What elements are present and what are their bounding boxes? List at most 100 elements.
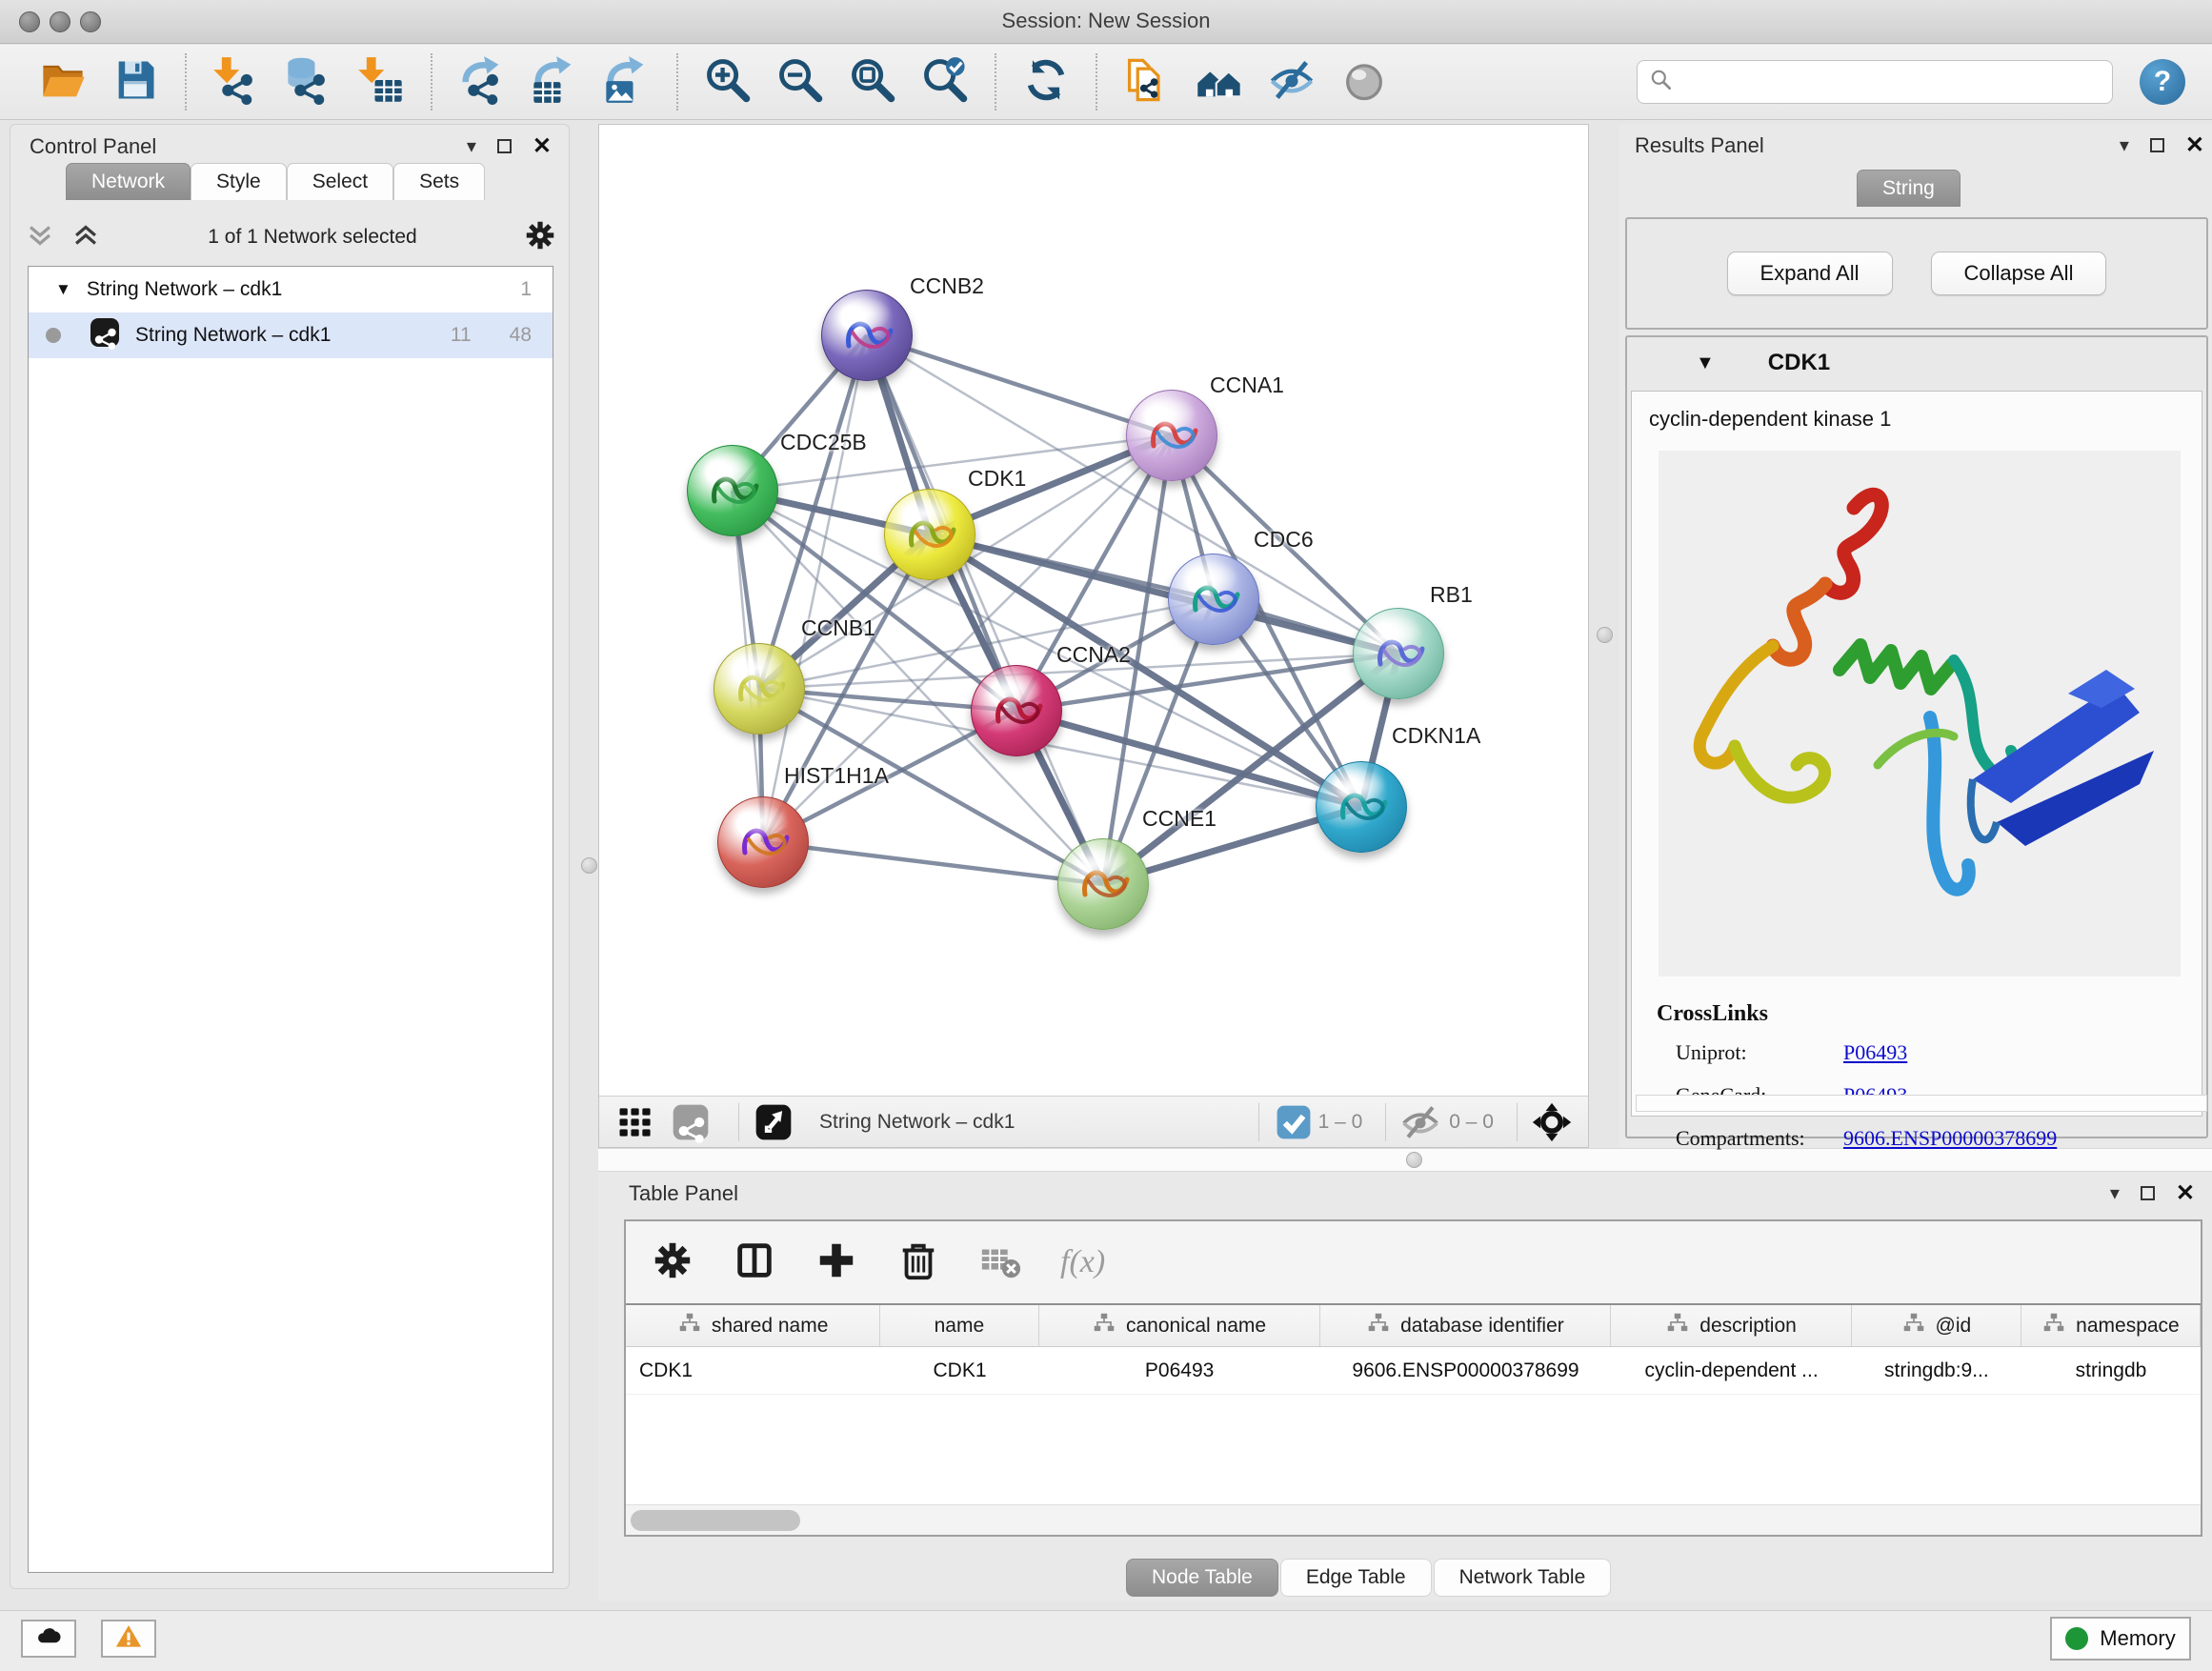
string-query-button[interactable]: [1192, 54, 1247, 110]
expand-all-networks-icon[interactable]: [70, 219, 102, 256]
show-columns-icon[interactable]: [733, 1238, 776, 1287]
network-options-gear-icon[interactable]: [523, 218, 557, 257]
network-node-cdc25b[interactable]: [687, 445, 778, 536]
control-panel-close-icon[interactable]: ✕: [533, 139, 552, 153]
column-header-description[interactable]: description: [1611, 1305, 1851, 1346]
right-splitter-handle[interactable]: [1597, 627, 1613, 643]
cdk1-section-header[interactable]: ▼ CDK1: [1627, 337, 2206, 389]
help-button[interactable]: ?: [2140, 59, 2185, 105]
network-node-rb1[interactable]: [1353, 608, 1444, 699]
window-title: Session: New Session: [0, 9, 2212, 33]
network-node-ccnb2[interactable]: [821, 290, 913, 381]
tab-select[interactable]: Select: [287, 163, 393, 200]
expand-all-button[interactable]: Expand All: [1727, 252, 1893, 295]
column-label: database identifier: [1400, 1315, 1564, 1338]
birdseye-view-icon[interactable]: [753, 1101, 794, 1143]
left-splitter-handle[interactable]: [581, 857, 597, 874]
duplicate-network-button[interactable]: [1119, 54, 1175, 110]
column-header-shared-name[interactable]: shared name: [626, 1305, 880, 1346]
results-panel-collapse-icon[interactable]: ▾: [2120, 133, 2129, 157]
column-header-canonical-name[interactable]: canonical name: [1039, 1305, 1320, 1346]
import-table-from-file-button[interactable]: [353, 54, 409, 110]
network-node-cdc6[interactable]: [1168, 554, 1259, 645]
tab-edge-table[interactable]: Edge Table: [1280, 1559, 1432, 1597]
collapse-all-networks-icon[interactable]: [24, 219, 56, 256]
grid-view-icon[interactable]: [614, 1101, 656, 1143]
network-node-cdkn1a[interactable]: [1316, 761, 1407, 853]
export-table-button[interactable]: [527, 54, 582, 110]
import-network-from-database-button[interactable]: [281, 54, 336, 110]
magnifier-minus-icon: [775, 55, 825, 110]
magnifier-plus-icon: [703, 55, 753, 110]
import-network-file-icon: [211, 55, 261, 110]
control-panel-collapse-icon[interactable]: ▾: [467, 134, 476, 158]
cloud-button[interactable]: [21, 1620, 76, 1658]
tab-sets[interactable]: Sets: [393, 163, 485, 200]
export-network-button[interactable]: [454, 54, 510, 110]
fit-selected-crosshair-icon[interactable]: [1531, 1101, 1573, 1143]
zoom-selected-button[interactable]: [917, 54, 973, 110]
network-node-cdk1[interactable]: [884, 489, 975, 580]
column-header-database-identifier[interactable]: database identifier: [1320, 1305, 1612, 1346]
crosslink-link[interactable]: 9606.ENSP00000378699: [1843, 1126, 2057, 1151]
zoom-fit-button[interactable]: [845, 54, 900, 110]
tab-network-table[interactable]: Network Table: [1434, 1559, 1612, 1597]
results-scroll-strip[interactable]: [1636, 1095, 2207, 1112]
export-image-button[interactable]: [599, 54, 654, 110]
protein-structure-image: [1659, 451, 2181, 976]
hierarchy-icon: [1366, 1311, 1391, 1341]
network-node-ccnb1[interactable]: [714, 643, 805, 735]
memory-button[interactable]: Memory: [2050, 1617, 2191, 1661]
network-overview-icon[interactable]: [670, 1101, 712, 1143]
warnings-button[interactable]: [101, 1620, 156, 1658]
toolbar-separator: [431, 53, 432, 111]
section-collapse-triangle-icon[interactable]: ▼: [1696, 352, 1715, 374]
search-input[interactable]: [1681, 71, 2101, 93]
open-session-button[interactable]: [35, 54, 90, 110]
table-horizontal-scrollbar[interactable]: [626, 1504, 2201, 1535]
column-header--id[interactable]: @id: [1852, 1305, 2021, 1346]
column-header-name[interactable]: name: [880, 1305, 1038, 1346]
network-node-ccne1[interactable]: [1057, 838, 1149, 930]
zoom-in-button[interactable]: [700, 54, 755, 110]
tree-expand-triangle-icon[interactable]: ▼: [55, 280, 71, 299]
network-canvas[interactable]: CCNB2CCNA1CDC25BCDK1CDC6RB1CCNB1CCNA2CDK…: [599, 125, 1588, 1095]
network-node-hist1h1a[interactable]: [717, 796, 809, 888]
hide-selected-button[interactable]: [1264, 54, 1319, 110]
table-options-gear-icon[interactable]: [651, 1238, 694, 1287]
tab-network[interactable]: Network: [66, 163, 191, 200]
tab-node-table[interactable]: Node Table: [1126, 1559, 1278, 1597]
crosslinks-title: CrossLinks: [1657, 1001, 2057, 1027]
selected-nodes-checkbox-icon[interactable]: [1273, 1101, 1305, 1143]
import-network-from-file-button[interactable]: [209, 54, 264, 110]
network-node-ccna1[interactable]: [1126, 390, 1217, 481]
delete-column-icon[interactable]: [896, 1238, 940, 1287]
node-label-ccne1: CCNE1: [1142, 806, 1217, 832]
show-glass-ball-button[interactable]: [1337, 54, 1392, 110]
table-panel-close-icon[interactable]: ✕: [2176, 1186, 2195, 1200]
control-panel-float-icon[interactable]: [497, 139, 512, 153]
results-panel-close-icon[interactable]: ✕: [2185, 138, 2204, 152]
tab-style[interactable]: Style: [191, 163, 287, 200]
network-tree-row-selected[interactable]: String Network – cdk1 11 48: [29, 312, 553, 358]
column-header-namespace[interactable]: namespace: [2021, 1305, 2201, 1346]
save-session-button[interactable]: [108, 54, 163, 110]
add-column-icon[interactable]: [814, 1238, 858, 1287]
crosslink-link[interactable]: P06493: [1843, 1040, 1907, 1065]
search-box[interactable]: [1637, 60, 2113, 104]
network-selection-summary: 1 of 1 Network selected: [102, 226, 523, 249]
scrollbar-thumb[interactable]: [631, 1510, 800, 1531]
apply-preferred-layout-button[interactable]: [1018, 54, 1074, 110]
table-panel-float-icon[interactable]: [2141, 1186, 2155, 1200]
results-panel-float-icon[interactable]: [2150, 138, 2164, 152]
table-row[interactable]: CDK1CDK1P064939606.ENSP00000378699cyclin…: [626, 1347, 2201, 1395]
crosslink-row: Compartments:9606.ENSP00000378699: [1657, 1126, 2057, 1151]
table-panel-collapse-icon[interactable]: ▾: [2110, 1181, 2120, 1205]
collapse-all-button[interactable]: Collapse All: [1931, 252, 2107, 295]
network-node-ccna2[interactable]: [971, 665, 1062, 756]
tab-string[interactable]: String: [1857, 170, 1961, 207]
horizontal-splitter-handle[interactable]: [1406, 1152, 1422, 1168]
network-tree-root-row[interactable]: ▼ String Network – cdk1 1: [29, 267, 553, 312]
zoom-out-button[interactable]: [773, 54, 828, 110]
table-empty-area: [626, 1395, 2201, 1504]
